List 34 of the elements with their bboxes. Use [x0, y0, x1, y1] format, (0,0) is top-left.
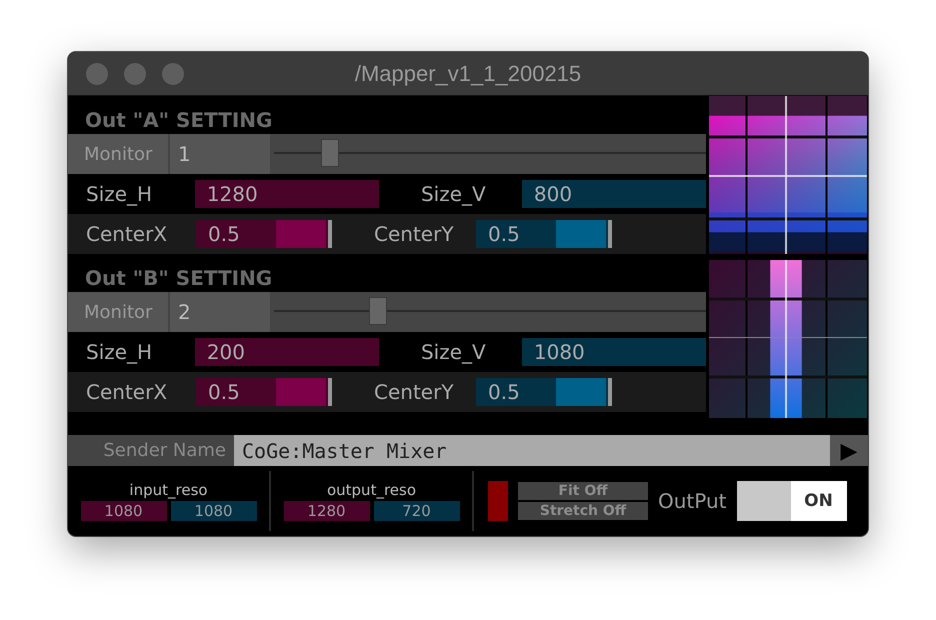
- input-height-value[interactable]: 1080: [170, 501, 256, 521]
- window-title: /Mapper_v1_1_200215: [354, 60, 582, 86]
- slider-thumb[interactable]: [368, 297, 387, 325]
- size-v-field[interactable]: 1080: [522, 338, 706, 366]
- zoom-button[interactable]: [162, 62, 184, 84]
- size-h-field[interactable]: 200: [194, 338, 379, 366]
- section-heading: Out "A" SETTING: [85, 108, 272, 132]
- center-x-label: CenterX: [85, 222, 168, 246]
- output-toggle[interactable]: ON: [736, 481, 846, 521]
- size-v-label: Size_V: [420, 182, 487, 206]
- output-label: OutPut: [658, 489, 726, 513]
- minimize-button[interactable]: [124, 62, 146, 84]
- monitor-label: Monitor: [68, 134, 168, 174]
- close-button[interactable]: [86, 62, 108, 84]
- sender-name-label: Sender Name: [68, 435, 234, 466]
- center-y-label: CenterY: [373, 222, 455, 246]
- size-h-field[interactable]: 1280: [194, 180, 379, 208]
- output-height-value[interactable]: 720: [374, 501, 460, 521]
- input-reso-label: input_reso: [129, 481, 208, 499]
- size-h-label: Size_H: [85, 182, 154, 206]
- size-v-field[interactable]: 800: [522, 180, 706, 208]
- section-heading: Out "B" SETTING: [85, 266, 272, 290]
- monitor-label: Monitor: [68, 292, 168, 332]
- sender-name-field[interactable]: CoGe:Master Mixer: [234, 435, 830, 466]
- monitor-value[interactable]: 1: [168, 134, 270, 174]
- center-x-label: CenterX: [85, 380, 168, 404]
- monitor-value[interactable]: 2: [168, 292, 270, 332]
- size-h-label: Size_H: [85, 340, 154, 364]
- center-y-label: CenterY: [373, 380, 455, 404]
- output-width-value[interactable]: 1280: [284, 501, 370, 521]
- output-reso-label: output_reso: [326, 481, 416, 499]
- slider-thumb[interactable]: [321, 139, 340, 167]
- input-width-value[interactable]: 1080: [80, 501, 166, 521]
- size-v-label: Size_V: [420, 340, 487, 364]
